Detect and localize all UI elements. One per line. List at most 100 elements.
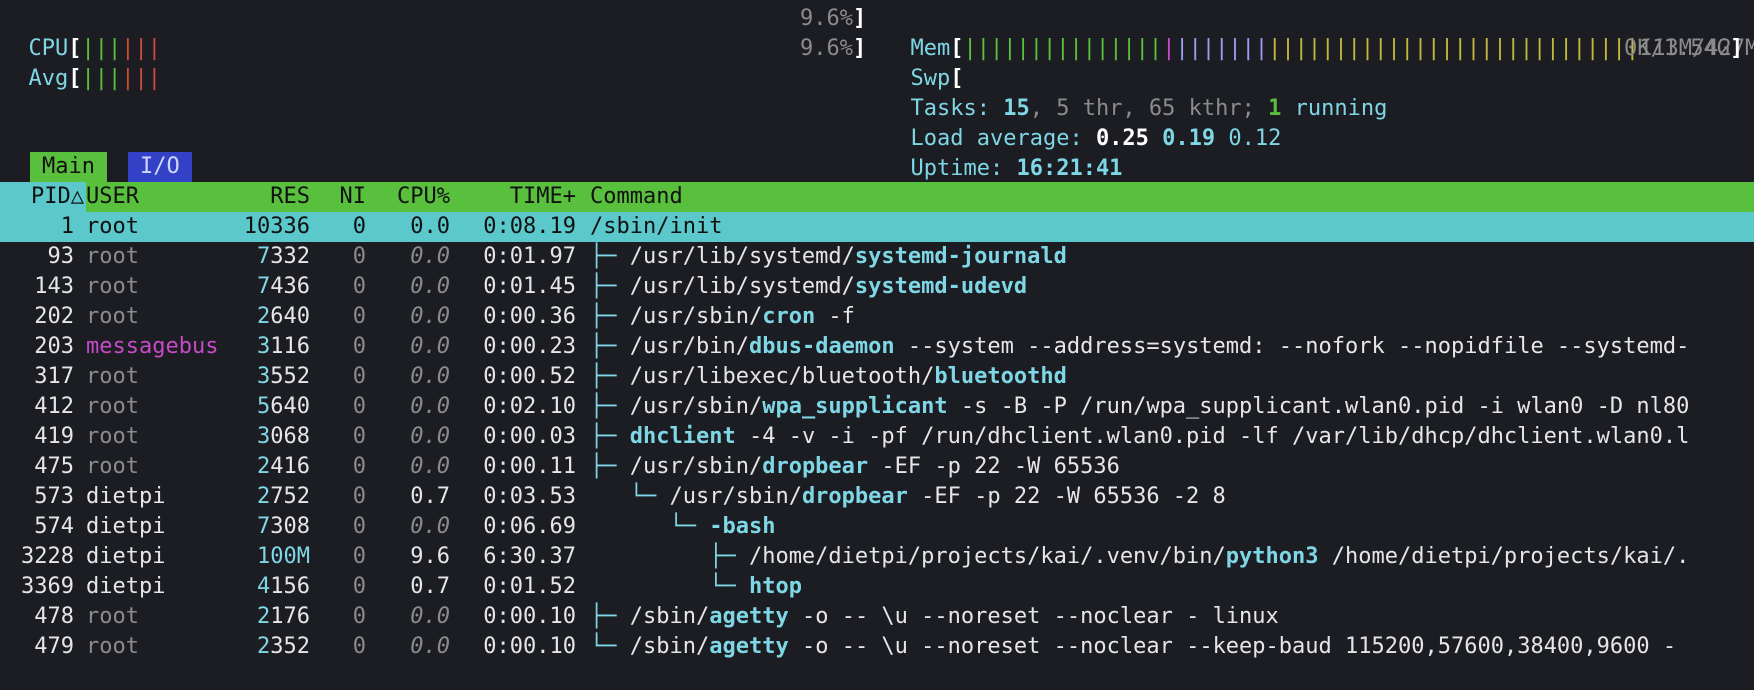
process-command: └─ -bash: [590, 514, 776, 539]
process-pid: 143: [34, 274, 74, 299]
process-pid: 412: [34, 394, 74, 419]
column-ni[interactable]: NI: [330, 182, 367, 212]
column-cpu[interactable]: CPU%: [384, 182, 450, 212]
process-row[interactable]: 202 root 2640 0 0.0 0:00.36 ├─ /usr/sbin/cron …: [0, 302, 1754, 332]
process-user: dietpi: [86, 484, 166, 509]
process-res: 5640: [257, 394, 310, 419]
process-pid: 317: [34, 364, 74, 389]
process-command: └─ /usr/sbin/dropbear -EF -p 22 -W 65536…: [590, 484, 1226, 509]
process-cpu: 0.0: [410, 244, 450, 269]
process-pid: 203: [34, 334, 74, 359]
process-row[interactable]: 3369 dietpi 4156 0 0.7 0:01.52 └─ htop: [0, 572, 1754, 602]
process-time: 0:00.10: [483, 604, 576, 629]
process-user: dietpi: [86, 574, 166, 599]
process-row[interactable]: 317 root 3552 0 0.0 0:00.52 ├─ /usr/libexec/bl…: [0, 362, 1754, 392]
process-res: 2640: [257, 304, 310, 329]
avg-meter-bars: |||: [81, 66, 122, 91]
process-res: 3068: [257, 424, 310, 449]
process-time: 0:01.97: [483, 244, 576, 269]
process-pid: 573: [34, 484, 74, 509]
process-res: 7436: [257, 274, 310, 299]
process-time: 0:00.23: [483, 334, 576, 359]
process-user: root: [86, 304, 139, 329]
process-cpu: 0.0: [410, 634, 450, 659]
avg-meter-value: 9.6%]: [800, 36, 867, 61]
process-time: 0:00.03: [483, 424, 576, 449]
process-row[interactable]: 1 root 10336 0 0.0 0:08.19/sbin/init: [0, 212, 1754, 242]
process-row[interactable]: 475 root 2416 0 0.0 0:00.11 ├─ /usr/sbin/dropb…: [0, 452, 1754, 482]
process-pid: 574: [34, 514, 74, 539]
process-cpu: 0.7: [410, 574, 450, 599]
process-pid: 93: [47, 244, 75, 269]
avg-meter: Avg[||||||: [28, 66, 162, 91]
process-res: 3552: [257, 364, 310, 389]
column-res[interactable]: RES: [200, 182, 310, 212]
process-row[interactable]: 478 root 2176 0 0.0 0:00.10 ├─ /sbin/agetty -o…: [0, 602, 1754, 632]
process-cpu: 0.7: [410, 484, 450, 509]
process-res: 2352: [257, 634, 310, 659]
process-command: /sbin/init: [590, 214, 723, 239]
process-user: root: [86, 274, 139, 299]
process-res: 100M: [257, 544, 310, 569]
process-row[interactable]: 573 dietpi 2752 0 0.7 0:03.53 └─ /usr/sbin/dr…: [0, 482, 1754, 512]
process-user: root: [86, 364, 139, 389]
process-ni: 0: [352, 514, 366, 539]
process-cpu: 0.0: [410, 274, 450, 299]
process-user: root: [86, 604, 139, 629]
process-cpu: 0.0: [410, 604, 450, 629]
column-command[interactable]: Command: [590, 182, 683, 212]
process-user: root: [86, 244, 139, 269]
process-time: 0:00.52: [483, 364, 576, 389]
process-time: 0:02.10: [483, 394, 576, 419]
process-res: 7308: [257, 514, 310, 539]
process-command: ├─ /usr/sbin/cron -f: [590, 304, 855, 329]
process-time: 0:06.69: [483, 514, 576, 539]
process-res: 3116: [257, 334, 310, 359]
process-user: root: [86, 454, 139, 479]
process-command: └─ htop: [590, 574, 802, 599]
process-ni: 0: [352, 604, 366, 629]
tab-io[interactable]: I/O: [128, 152, 192, 182]
process-ni: 0: [352, 544, 366, 569]
process-cpu: 0.0: [410, 514, 450, 539]
column-time[interactable]: TIME+: [466, 182, 576, 212]
process-cpu: 0.0: [410, 394, 450, 419]
process-row[interactable]: 412 root 5640 0 0.0 0:02.10 ├─ /usr/sbin/wpa_s…: [0, 392, 1754, 422]
process-user: root: [86, 634, 139, 659]
process-res: 4156: [257, 574, 310, 599]
process-command: ├─ dhclient -4 -v -i -pf /run/dhclient.w…: [590, 424, 1690, 449]
process-cpu: 0.0: [410, 214, 450, 239]
process-row[interactable]: 419 root 3068 0 0.0 0:00.03 ├─ dhclient -4 -v …: [0, 422, 1754, 452]
process-user: dietpi: [86, 544, 166, 569]
process-ni: 0: [352, 454, 366, 479]
process-command: ├─ /sbin/agetty -o -- \u --noreset --noc…: [590, 604, 1279, 629]
cpu-meter-value: 9.6%]: [800, 6, 867, 31]
uptime-line: Uptime: 16:21:41: [910, 156, 1123, 181]
process-user: dietpi: [86, 514, 166, 539]
column-user[interactable]: USER: [86, 182, 139, 212]
process-pid: 475: [34, 454, 74, 479]
swp-meter-value: 0K/1.54G]: [1624, 36, 1744, 61]
process-row[interactable]: 479 root 2352 0 0.0 0:00.10 └─ /sbin/agetty -o…: [0, 632, 1754, 662]
process-command: ├─ /usr/lib/systemd/systemd-journald: [590, 244, 1067, 269]
process-ni: 0: [352, 484, 366, 509]
process-pid: 202: [34, 304, 74, 329]
process-row[interactable]: 574 dietpi 7308 0 0.0 0:06.69 └─ -bash: [0, 512, 1754, 542]
process-res: 2416: [257, 454, 310, 479]
process-row[interactable]: 143 root 7436 0 0.0 0:01.45 ├─ /usr/lib/system…: [0, 272, 1754, 302]
process-command: └─ /sbin/agetty -o -- \u --noreset --noc…: [590, 634, 1677, 659]
tab-main[interactable]: Main: [30, 152, 107, 182]
process-row[interactable]: 203 messagebus 3116 0 0.0 0:00.23 ├─ /usr/bin/…: [0, 332, 1754, 362]
column-pid[interactable]: PID△: [0, 182, 84, 212]
process-row[interactable]: 3228 dietpi 100M 0 9.6 6:30.37 ├─ /home/dietp…: [0, 542, 1754, 572]
process-ni: 0: [352, 394, 366, 419]
process-ni: 0: [352, 304, 366, 329]
process-cpu: 0.0: [410, 364, 450, 389]
process-ni: 0: [352, 364, 366, 389]
process-res: 7332: [257, 244, 310, 269]
process-command: ├─ /usr/sbin/dropbear -EF -p 22 -W 65536: [590, 454, 1120, 479]
process-row[interactable]: 93 root 7332 0 0.0 0:01.97 ├─ /usr/lib/systemd…: [0, 242, 1754, 272]
process-ni: 0: [352, 424, 366, 449]
process-ni: 0: [352, 634, 366, 659]
process-time: 0:01.45: [483, 274, 576, 299]
